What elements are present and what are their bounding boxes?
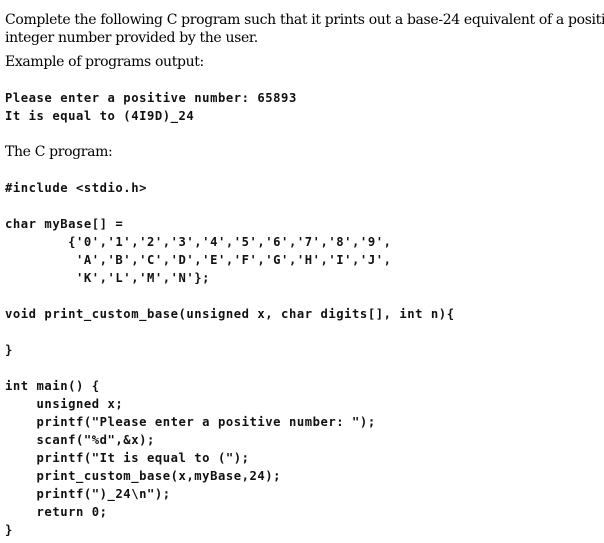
code-main-line: printf(")_24\n"); [5,487,171,501]
code-main-line: scanf("%d",&x); [5,433,155,447]
code-main-line: printf("Please enter a positive number: … [5,415,376,429]
intro-line-1: Complete the following C program such th… [5,12,604,28]
example-output-line-1: Please enter a positive number: 65893 [5,91,297,105]
code-main-line: return 0; [5,505,108,519]
intro-line-2: integer number provided by the user. [5,30,258,46]
code-function-close: } [5,343,13,357]
code-include: #include <stdio.h> [5,181,147,195]
code-main-line: unsigned x; [5,397,124,411]
example-output-line-2: It is equal to (4I9D)_24 [5,109,195,123]
code-array-decl-line: 'K','L','M','N'}; [5,271,211,285]
code-main-line: print_custom_base(x,myBase,24); [5,469,282,483]
code-main-line: int main() { [5,379,100,393]
code-main-line: printf("It is equal to ("); [5,451,250,465]
code-array-decl-line: {'0','1','2','3','4','5','6','7','8','9'… [5,235,392,249]
program-label: The C program: [5,144,113,160]
code-array-decl-line: 'A','B','C','D','E','F','G','H','I','J', [5,253,392,267]
code-array-decl-line: char myBase[] = [5,217,124,231]
code-function-signature: void print_custom_base(unsigned x, char … [5,307,455,321]
code-main-line: } [5,523,13,537]
example-label: Example of programs output: [5,54,204,70]
